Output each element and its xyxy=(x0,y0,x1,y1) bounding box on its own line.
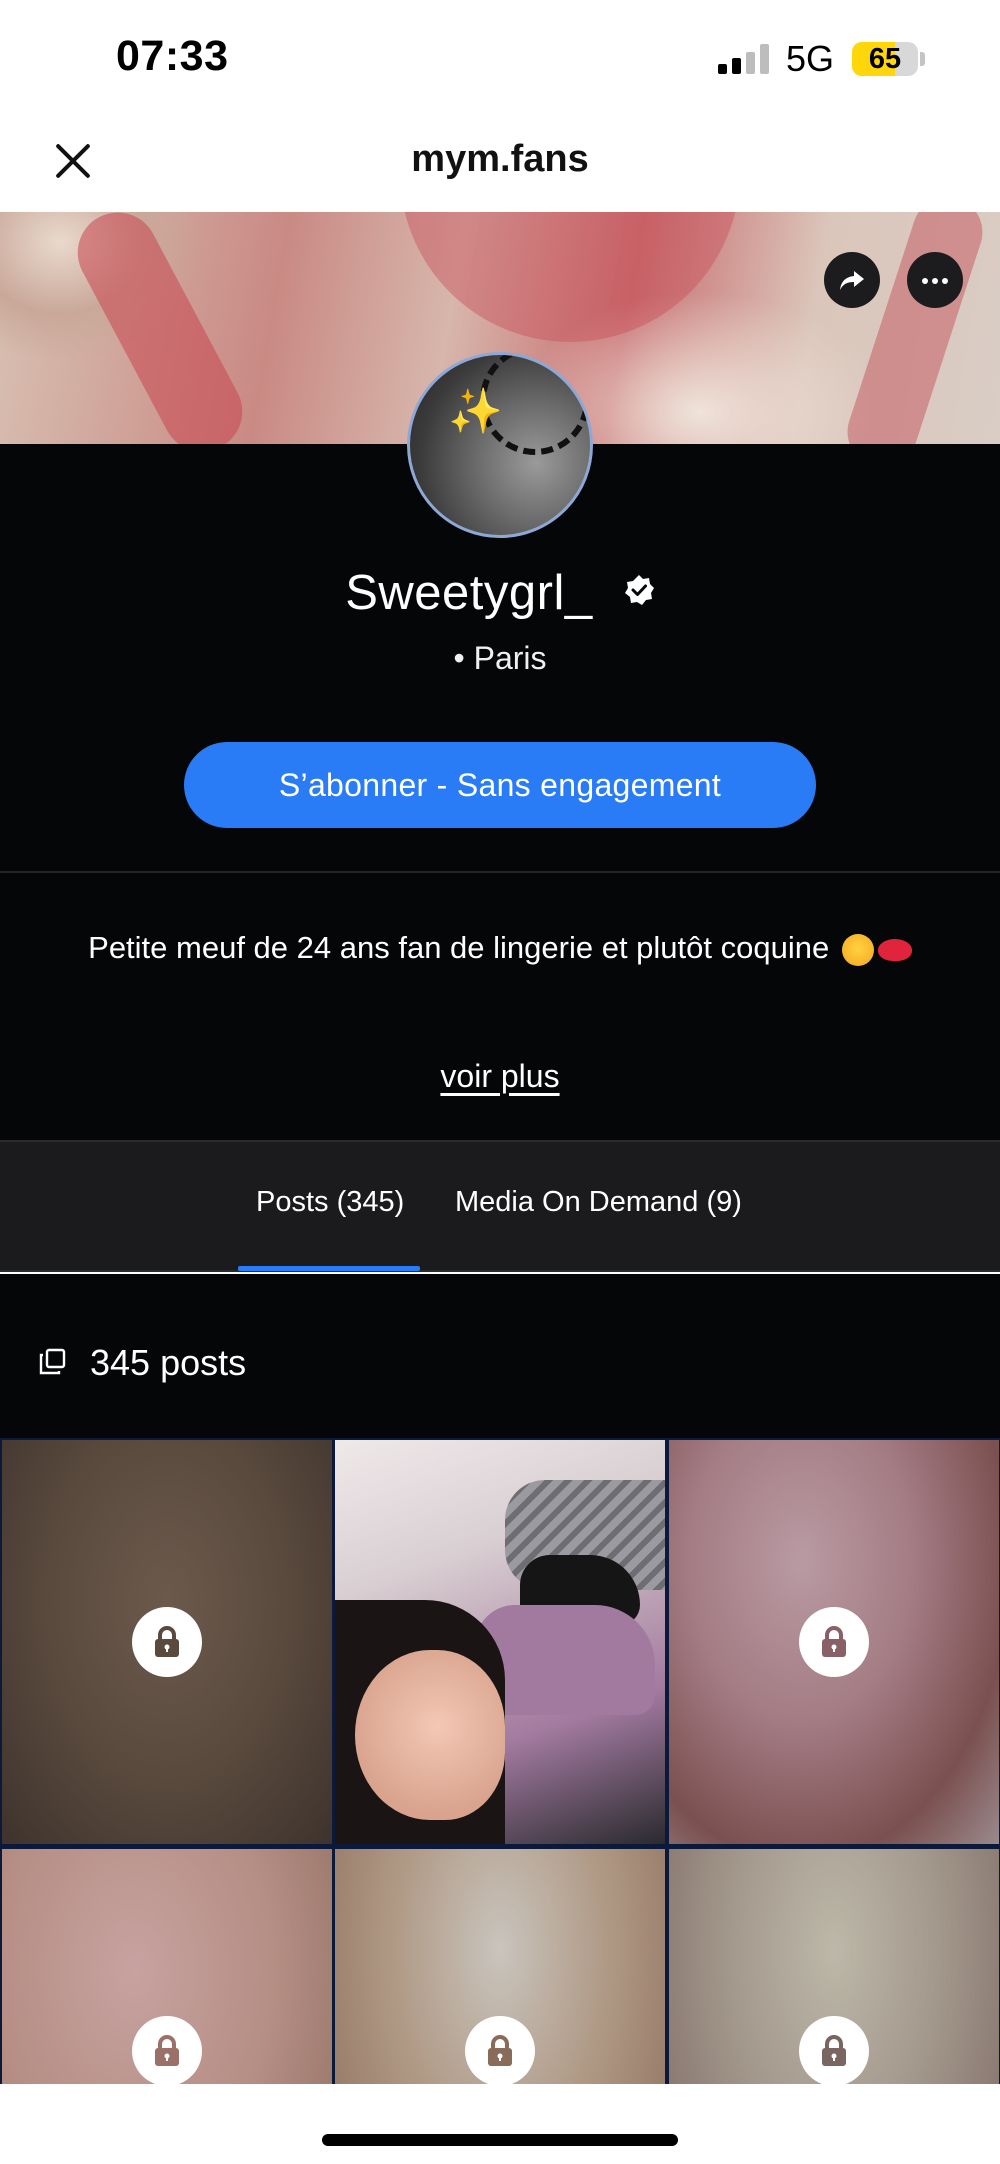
home-indicator[interactable] xyxy=(322,2134,678,2146)
more-options-button[interactable] xyxy=(907,252,963,308)
share-button[interactable] xyxy=(824,252,880,308)
battery-level: 65 xyxy=(868,43,902,75)
tab-media-on-demand[interactable]: Media On Demand (9) xyxy=(455,1186,742,1219)
site-title: mym.fans xyxy=(411,138,589,180)
bio-text-content: Petite meuf de 24 ans fan de lingerie et… xyxy=(88,930,830,965)
battery-icon: 65 xyxy=(852,42,918,76)
home-bar xyxy=(0,2084,1000,2164)
tab-posts[interactable]: Posts (345) xyxy=(256,1186,404,1219)
posts-grid xyxy=(0,1438,1000,2084)
bio-text: Petite meuf de 24 ans fan de lingerie et… xyxy=(0,930,1000,966)
lock-icon xyxy=(132,2016,202,2084)
subscribe-button[interactable]: S’abonner - Sans engagement xyxy=(184,742,816,828)
smiling-face-with-hearts-icon xyxy=(841,933,874,966)
status-time: 07:33 xyxy=(116,32,229,80)
lock-icon xyxy=(132,1607,202,1677)
posts-count: 345 posts xyxy=(90,1342,247,1383)
kiss-mark-icon xyxy=(877,938,912,961)
share-icon xyxy=(840,271,864,290)
username-text: Sweetygrl_ xyxy=(345,566,593,621)
post-tile[interactable] xyxy=(669,1440,999,1844)
see-more-link[interactable]: voir plus xyxy=(0,1058,1000,1095)
avatar[interactable]: ✨ xyxy=(407,352,593,538)
post-tile[interactable] xyxy=(335,1440,665,1844)
battery-tip xyxy=(920,52,925,66)
nav-bar: mym.fans xyxy=(0,110,1000,212)
sparkle-icon: ✨ xyxy=(448,387,503,436)
post-tile[interactable] xyxy=(2,1440,332,1844)
signal-icon xyxy=(718,44,772,74)
post-tile[interactable] xyxy=(335,1849,665,2084)
lock-icon xyxy=(799,1607,869,1677)
bio-section xyxy=(0,873,1000,1140)
network-type: 5G xyxy=(786,38,835,79)
ellipsis-icon xyxy=(920,271,950,289)
lock-icon xyxy=(799,2016,869,2084)
profile-username: Sweetygrl_ xyxy=(0,562,1000,621)
profile-location: • Paris xyxy=(453,640,547,676)
active-tab-indicator xyxy=(238,1266,420,1271)
post-tile[interactable] xyxy=(2,1849,332,2084)
verified-badge-icon xyxy=(624,575,654,606)
copy-icon xyxy=(39,1348,66,1375)
post-tile[interactable] xyxy=(669,1849,999,2084)
lock-icon xyxy=(465,2016,535,2084)
status-bar: 07:33 5G 65 xyxy=(0,0,1000,110)
tab-bar: Posts (345) Media On Demand (9) xyxy=(0,1140,1000,1272)
